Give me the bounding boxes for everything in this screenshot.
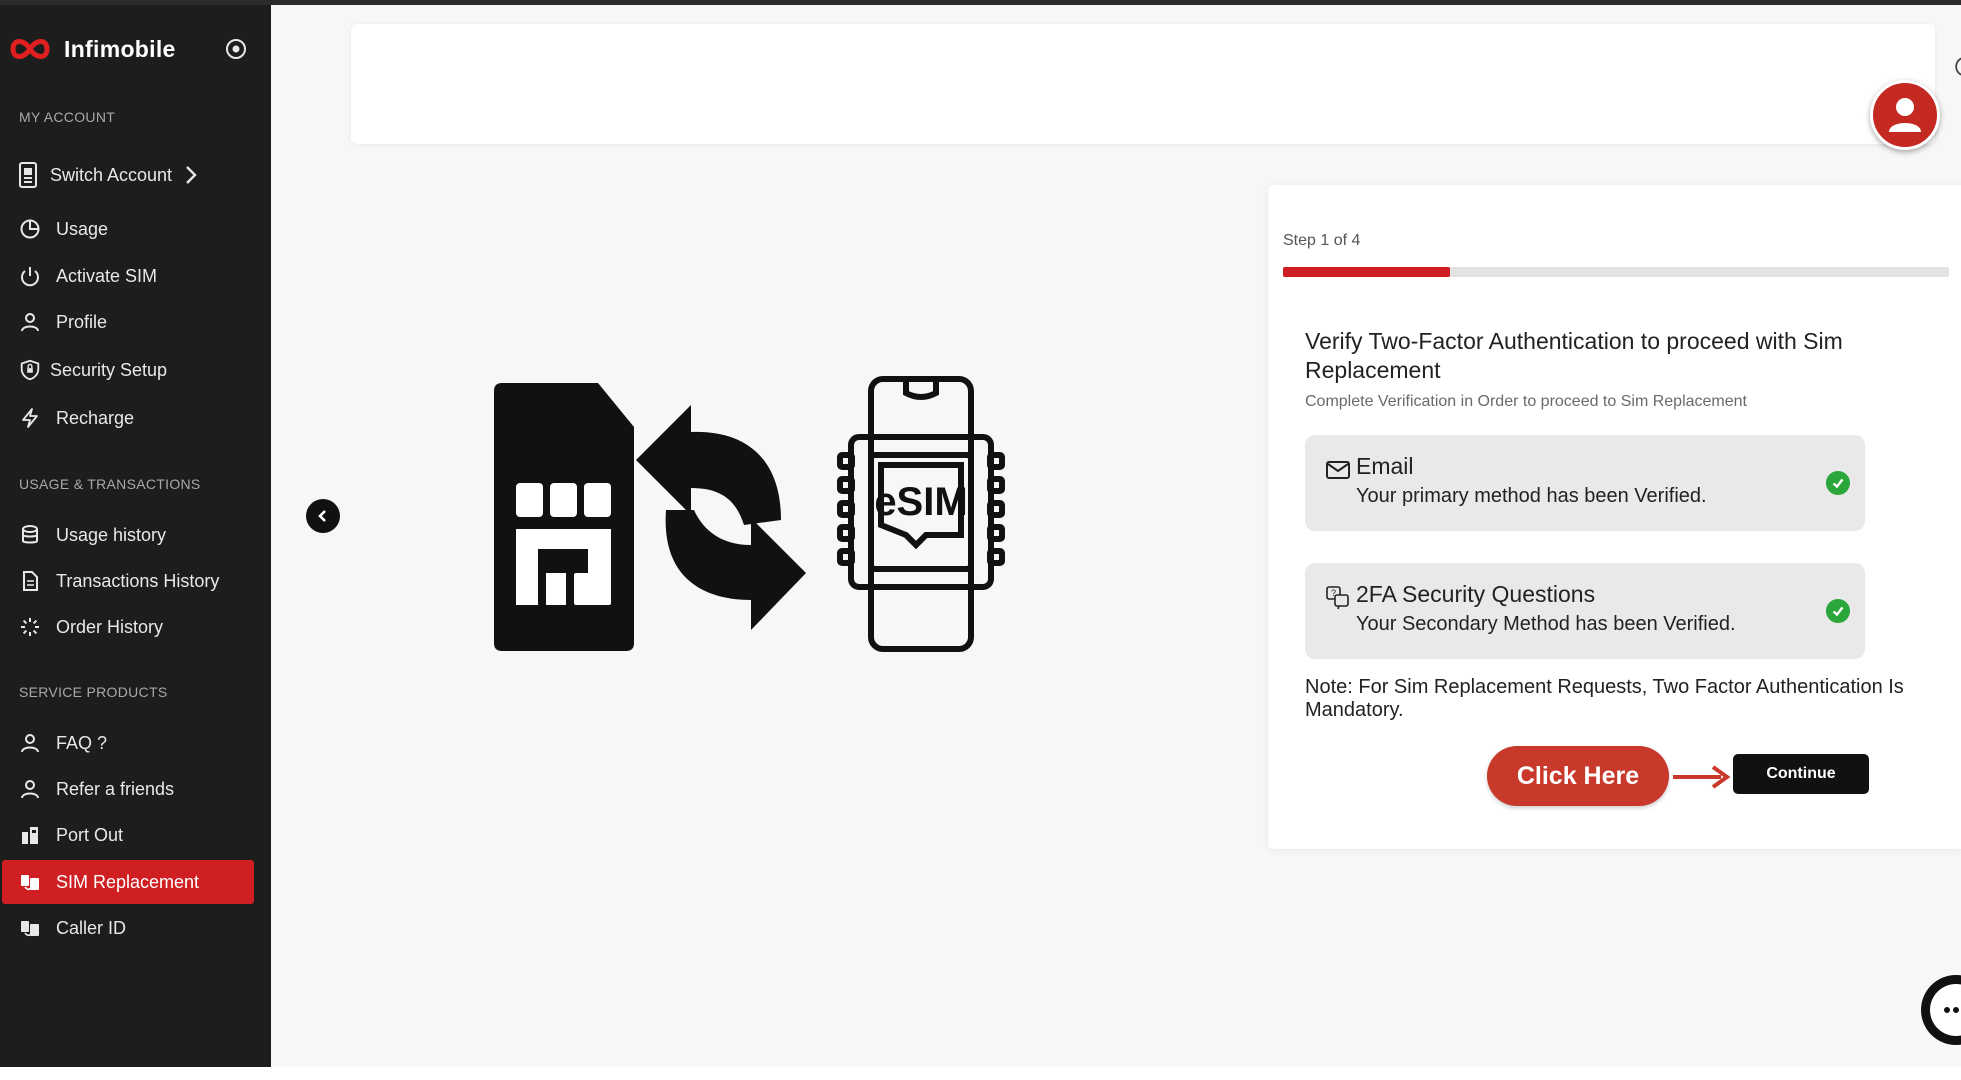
method-title: Email	[1356, 453, 1414, 479]
database-icon	[18, 523, 42, 547]
user-avatar-icon	[1889, 98, 1921, 132]
check-icon	[1826, 471, 1850, 495]
sidebar-item-label: Profile	[56, 311, 108, 332]
sidebar-item-usage[interactable]: Usage	[2, 207, 254, 251]
sim-icon	[18, 870, 42, 894]
sidebar-item-activate-sim[interactable]: Activate SIM	[2, 254, 254, 298]
method-email[interactable]: Email Your primary method has been Verif…	[1305, 435, 1865, 531]
sidebar-item-recharge[interactable]: Recharge	[2, 396, 254, 440]
sidebar-item-label: Caller ID	[56, 917, 127, 938]
sidebar-item-label: Security Setup	[50, 359, 168, 380]
sidebar-item-label: Switch Account	[50, 164, 173, 185]
user-icon	[18, 777, 42, 801]
mandatory-note: Note: For Sim Replacement Requests, Two …	[1305, 676, 1904, 721]
sidebar-item-sim-replacement[interactable]: SIM Replacement	[2, 860, 254, 904]
sidebar-item-port-out[interactable]: Port Out	[2, 813, 254, 857]
continue-button[interactable]: Continue	[1733, 754, 1869, 794]
sidebar-item-faq[interactable]: FAQ ?	[2, 721, 254, 765]
avatar[interactable]	[1870, 80, 1940, 150]
sim-icon	[18, 916, 42, 940]
sidebar-item-label: Refer a friends	[56, 778, 175, 799]
loader-icon	[18, 615, 42, 639]
document-icon	[18, 569, 42, 593]
phone-switch-icon	[16, 162, 40, 188]
infinity-logo-icon	[10, 39, 50, 59]
method-description: Your primary method has been Verified.	[1356, 485, 1707, 507]
brand-name: Infimobile	[64, 35, 176, 62]
target-settings-icon[interactable]	[222, 35, 250, 63]
back-button[interactable]	[306, 499, 340, 533]
sidebar-item-usage-history[interactable]: Usage history	[2, 513, 254, 557]
sidebar-item-label: Order History	[56, 616, 164, 637]
arrow-right-icon	[1673, 765, 1731, 789]
mail-icon	[1326, 461, 1350, 479]
method-title: 2FA Security Questions	[1356, 581, 1596, 607]
chat-widget-button[interactable]	[1921, 975, 1961, 1045]
sidebar-item-label: Usage	[56, 218, 109, 239]
sidebar-item-order-history[interactable]: Order History	[2, 605, 254, 649]
sidebar-item-caller-id[interactable]: Caller ID	[2, 906, 254, 950]
section-label-service-products: SERVICE PRODUCTS	[19, 684, 168, 700]
sidebar-item-label: Usage history	[56, 524, 167, 545]
step-title: Verify Two-Factor Authentication to proc…	[1305, 328, 1843, 383]
step-subtitle: Complete Verification in Order to procee…	[1305, 393, 1747, 410]
moon-icon[interactable]	[1951, 54, 1961, 80]
sidebar-item-label: Activate SIM	[56, 265, 158, 286]
header-bar	[351, 24, 1961, 150]
section-label-my-account: MY ACCOUNT	[19, 109, 116, 125]
sidebar-item-refer-a-friends[interactable]: Refer a friends	[2, 767, 254, 811]
section-label-usage-transactions: USAGE & TRANSACTIONS	[19, 476, 201, 492]
shield-lock-icon	[18, 358, 42, 382]
click-here-callout: Click Here	[1487, 746, 1669, 806]
step-label: Step 1 of 4	[1283, 232, 1361, 249]
sidebar: Infimobile MY ACCOUNT Switch Account Usa…	[0, 5, 271, 1067]
progress-bar	[1283, 267, 1949, 277]
sidebar-item-transactions-history[interactable]: Transactions History	[2, 559, 254, 603]
question-chat-icon: ?	[1326, 586, 1349, 610]
sidebar-item-label: Transactions History	[56, 570, 220, 591]
sidebar-item-switch-account[interactable]: Switch Account	[2, 153, 254, 197]
svg-text:?: ?	[1331, 588, 1336, 598]
brand[interactable]: Infimobile	[10, 29, 176, 69]
sidebar-item-label: FAQ ?	[56, 732, 108, 753]
bolt-icon	[18, 406, 42, 430]
swap-arrows-icon	[636, 405, 806, 630]
sidebar-item-profile[interactable]: Profile	[2, 300, 254, 344]
sidebar-item-security-setup[interactable]: Security Setup	[2, 348, 254, 392]
chevron-left-icon	[318, 510, 326, 522]
user-icon	[18, 731, 42, 755]
chevron-right-icon	[186, 166, 197, 184]
port-icon	[18, 823, 42, 847]
user-icon	[18, 310, 42, 334]
method-description: Your Secondary Method has been Verified.	[1356, 613, 1736, 635]
sidebar-item-label: Port Out	[56, 824, 124, 845]
method-2fa-questions[interactable]: ? 2FA Security Questions Your Secondary …	[1305, 563, 1865, 659]
verification-card: Step 1 of 4 Verify Two-Factor Authentica…	[1268, 185, 1961, 849]
power-icon	[18, 264, 42, 288]
pie-chart-icon	[18, 217, 42, 241]
main-content: eSIM Step 1 of 4 Verify Two-Factor Authe…	[271, 5, 1961, 1067]
chat-icon	[1930, 984, 1961, 1036]
sidebar-item-label: Recharge	[56, 407, 135, 428]
progress-fill	[1283, 267, 1450, 277]
esim-label: eSIM	[874, 480, 967, 524]
sim-to-esim-illustration: eSIM	[494, 376, 1005, 652]
sim-card-icon	[494, 383, 634, 651]
sidebar-item-label: SIM Replacement	[56, 871, 200, 892]
check-icon	[1826, 599, 1850, 623]
